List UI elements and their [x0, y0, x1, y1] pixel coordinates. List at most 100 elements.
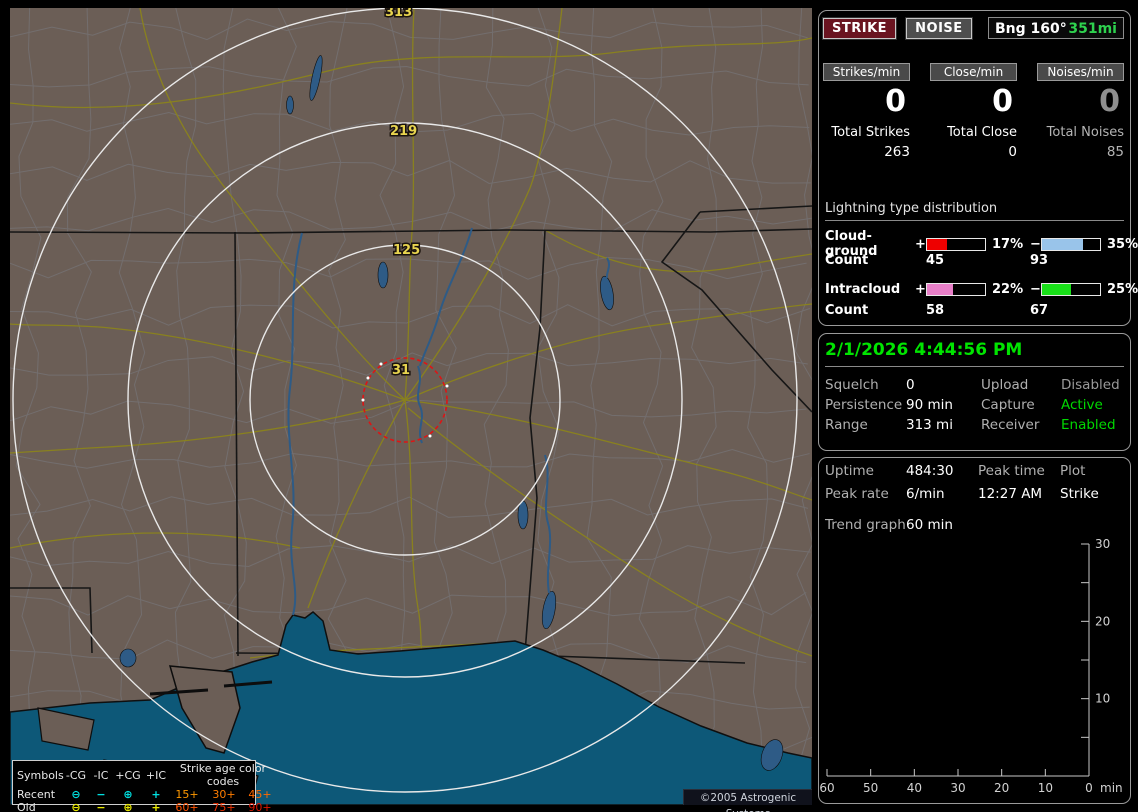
legend-symbols-header: Symbols: [17, 768, 64, 782]
map-canvas: 313 219 125 31: [10, 8, 812, 805]
squelch-label: Squelch: [825, 377, 879, 393]
status-panel: 2/1/2026 4:44:56 PM Squelch 0 Upload Dis…: [818, 333, 1131, 451]
total-noises-value: 85: [1106, 144, 1124, 160]
svg-text:min: min: [1100, 781, 1123, 795]
copyright-bar: ©2005 Astrogenic Systems: [683, 789, 812, 812]
legend-recent-label: Recent: [17, 788, 56, 801]
ic-positive-bar: [926, 282, 986, 296]
svg-text:10: 10: [1038, 781, 1053, 795]
svg-text:60: 60: [819, 781, 834, 795]
noises-per-min-button[interactable]: Noises/min: [1037, 63, 1124, 81]
distribution-title: Lightning type distribution: [825, 201, 1124, 221]
persistence-value: 90 min: [906, 397, 953, 413]
intracloud-count-row: Count 58 67: [825, 303, 1124, 321]
noise-mode-button[interactable]: NOISE: [905, 17, 973, 40]
capture-label: Capture: [981, 397, 1035, 413]
svg-text:30: 30: [1095, 537, 1110, 551]
ic-positive-count: 58: [926, 303, 945, 318]
bearing-label: Bng 160°: [995, 21, 1067, 37]
ring-label-313: 313: [385, 8, 412, 20]
capture-status: Active: [1061, 397, 1103, 413]
lightning-map[interactable]: 313 219 125 31: [10, 8, 812, 805]
age-90: 90+: [248, 801, 272, 812]
persistence-label: Persistence: [825, 397, 903, 413]
cg-positive-bar: [926, 237, 986, 251]
symbols-legend: Symbols -CG -IC +CG +IC Strike age color…: [12, 760, 272, 812]
mode-button-row: STRIKE NOISE Bng 160° 351mi: [821, 17, 1126, 41]
cg-negative-bar: [1041, 237, 1101, 251]
neg-ic-old-icon: −: [96, 801, 106, 812]
neg-cg-recent-icon: ⊖: [71, 788, 81, 801]
receiver-label: Receiver: [981, 417, 1040, 433]
neg-ic-recent-icon: −: [96, 788, 106, 801]
total-strikes-value: 263: [884, 144, 910, 160]
status-grid: Squelch 0 Upload Disabled Persistence 90…: [825, 378, 1126, 432]
trend-panel: Uptime 484:30 Peak time Plot Peak rate 6…: [818, 457, 1131, 804]
age-15: 15+: [175, 788, 199, 801]
pos-ic-old-icon: +: [151, 801, 161, 812]
pos-ic-recent-icon: +: [151, 788, 161, 801]
bearing-distance: 351mi: [1068, 21, 1117, 37]
noises-per-min-value: 0: [1099, 84, 1120, 119]
ic-negative-pct: 25%: [1107, 281, 1138, 297]
close-per-min-value: 0: [992, 84, 1013, 119]
noises-counter: Noises/min 0 Total Noises 85: [1037, 63, 1124, 160]
datetime-display: 2/1/2026 4:44:56 PM: [825, 340, 1124, 367]
plus-sign: +: [915, 281, 926, 297]
strikes-per-min-value: 0: [885, 84, 906, 119]
cg-negative-count: 93: [1030, 253, 1049, 268]
bearing-readout: Bng 160° 351mi: [988, 17, 1124, 39]
cloud-ground-row: Cloud-ground + 17% − 35%: [825, 229, 1138, 259]
svg-text:20: 20: [994, 781, 1009, 795]
minus-sign: −: [1030, 236, 1041, 252]
rate-counters: Strikes/min 0 Total Strikes 263 Close/mi…: [823, 63, 1124, 160]
ring-label-125: 125: [393, 243, 420, 258]
total-strikes-label: Total Strikes: [831, 125, 910, 140]
legend-header-row: Symbols -CG -IC +CG +IC Strike age color…: [17, 762, 266, 788]
ring-label-31: 31: [392, 363, 410, 378]
legend-col-pos-ic: +IC: [145, 768, 167, 782]
svg-text:40: 40: [907, 781, 922, 795]
svg-text:50: 50: [863, 781, 878, 795]
legend-recent-row: Recent ⊖ − ⊕ + 15+ 30+ 45+: [17, 788, 272, 801]
ic-positive-pct: 22%: [992, 281, 1024, 297]
total-noises-label: Total Noises: [1046, 125, 1124, 140]
strike-mode-button[interactable]: STRIKE: [821, 17, 898, 40]
close-per-min-button[interactable]: Close/min: [930, 63, 1017, 81]
legend-old-label: Old: [17, 801, 36, 812]
legend-age-header: Strike age color codes: [179, 762, 267, 788]
total-close-value: 0: [1008, 144, 1017, 160]
cloud-ground-count-row: Count 45 93: [825, 253, 1124, 271]
age-30: 30+: [212, 788, 236, 801]
intracloud-row: Intracloud + 22% − 25%: [825, 279, 1138, 299]
pos-cg-recent-icon: ⊕: [123, 788, 133, 801]
age-45: 45+: [248, 788, 272, 801]
count-label: Count: [825, 253, 869, 268]
strikes-per-min-button[interactable]: Strikes/min: [823, 63, 910, 81]
range-label: Range: [825, 417, 868, 433]
lightning-type-distribution: Lightning type distribution Cloud-ground…: [825, 201, 1138, 329]
minus-sign: −: [1030, 281, 1041, 297]
receiver-status: Enabled: [1061, 417, 1116, 433]
squelch-value: 0: [906, 377, 915, 393]
ring-label-219: 219: [390, 124, 417, 139]
strikes-counter: Strikes/min 0 Total Strikes 263: [823, 63, 910, 160]
age-75: 75+: [212, 801, 236, 812]
legend-col-neg-cg: -CG: [65, 768, 87, 782]
count-label: Count: [825, 303, 869, 318]
plus-sign: +: [915, 236, 926, 252]
cg-positive-pct: 17%: [992, 236, 1024, 252]
app-window: 313 219 125 31 Symbols -CG -IC +CG +IC S…: [0, 0, 1138, 812]
intracloud-label: Intracloud: [825, 281, 901, 297]
svg-text:30: 30: [950, 781, 965, 795]
legend-old-row: Old ⊖ − ⊕ + 60+ 75+ 90+: [17, 801, 272, 812]
ic-negative-bar: [1041, 282, 1101, 296]
upload-label: Upload: [981, 377, 1029, 393]
trend-graph: 10 20 30 60 50 40 30 20 10 0 min: [819, 537, 1123, 795]
svg-text:20: 20: [1095, 614, 1110, 628]
ic-negative-count: 67: [1030, 303, 1049, 318]
strike-counters-panel: STRIKE NOISE Bng 160° 351mi Strikes/min …: [818, 10, 1138, 329]
range-value: 313 mi: [906, 417, 953, 433]
legend-col-pos-cg: +CG: [115, 768, 141, 782]
neg-cg-old-icon: ⊖: [71, 801, 81, 812]
